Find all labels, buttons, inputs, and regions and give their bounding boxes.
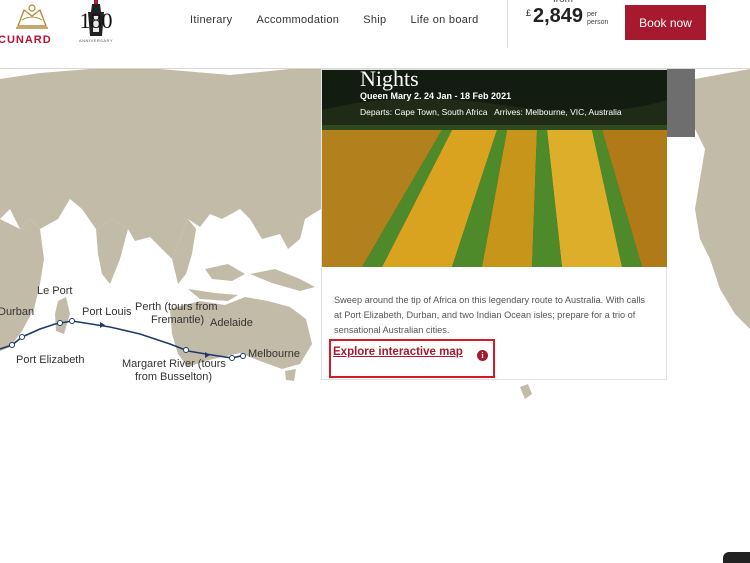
brand-name: CUNARD (0, 34, 52, 46)
departs-value: Cape Town, South Africa (394, 107, 488, 117)
map-label-port-louis: Port Louis (82, 306, 132, 318)
map-label-perth-1: Perth (tours from (135, 301, 218, 313)
anniversary-sub: ANNIVERSARY (78, 38, 114, 43)
price-amount: 2,849 (533, 5, 584, 27)
card-title: Nights (360, 70, 419, 91)
main-nav: Itinerary Accommodation Ship Life on boa… (190, 14, 503, 26)
highlight-box (329, 339, 495, 378)
arrives-label: Arrives: (494, 107, 523, 117)
map-label-perth-2: Fremantle) (151, 314, 204, 326)
arrives-value: Melbourne, VIC, Australia (525, 107, 622, 117)
map-label-margaret-2: from Busselton) (135, 371, 212, 383)
cunard-logo[interactable]: CUNARD (0, 0, 64, 52)
card-description: Sweep around the tip of Africa on this l… (334, 295, 646, 335)
book-now-button[interactable]: Book now (625, 5, 706, 40)
site-header: CUNARD 180 ANNIVERSARY Itinerary Accommo… (0, 0, 750, 69)
nav-itinerary[interactable]: Itinerary (190, 14, 232, 26)
map-label-adelaide: Adelaide (210, 317, 253, 329)
map-label-margaret-1: Margaret River (tours (122, 358, 226, 370)
ship-dates: Queen Mary 2. 24 Jan - 18 Feb 2021 (360, 91, 512, 101)
map-label-melbourne: Melbourne (248, 348, 300, 360)
map-label-le-port: Le Port (37, 285, 72, 297)
anniversary-number: 180 (79, 8, 113, 33)
nav-accommodation[interactable]: Accommodation (256, 14, 339, 26)
map-label-port-elizabeth: Port Elizabeth (16, 354, 84, 366)
ports-line: Departs: Cape Town, South Africa Arrives… (360, 107, 622, 117)
nav-ship[interactable]: Ship (363, 14, 386, 26)
price-currency: £ (526, 8, 532, 18)
departs-label: Departs: (360, 107, 393, 117)
cruise-card: Nights Queen Mary 2. 24 Jan - 18 Feb 202… (321, 69, 667, 380)
corner-widget[interactable] (723, 552, 750, 563)
anniversary-logo: 180 ANNIVERSARY (76, 0, 116, 48)
header-divider (507, 0, 508, 48)
price-block: from £ 2,849 per person (526, 0, 616, 44)
card-side-tab (667, 69, 695, 137)
nav-life-on-board[interactable]: Life on board (410, 14, 478, 26)
price-per-person: per person (587, 11, 609, 26)
crest-icon (16, 4, 48, 29)
map-label-durban: Durban (0, 306, 34, 318)
vineyard-photo: Nights Queen Mary 2. 24 Jan - 18 Feb 202… (322, 70, 667, 267)
